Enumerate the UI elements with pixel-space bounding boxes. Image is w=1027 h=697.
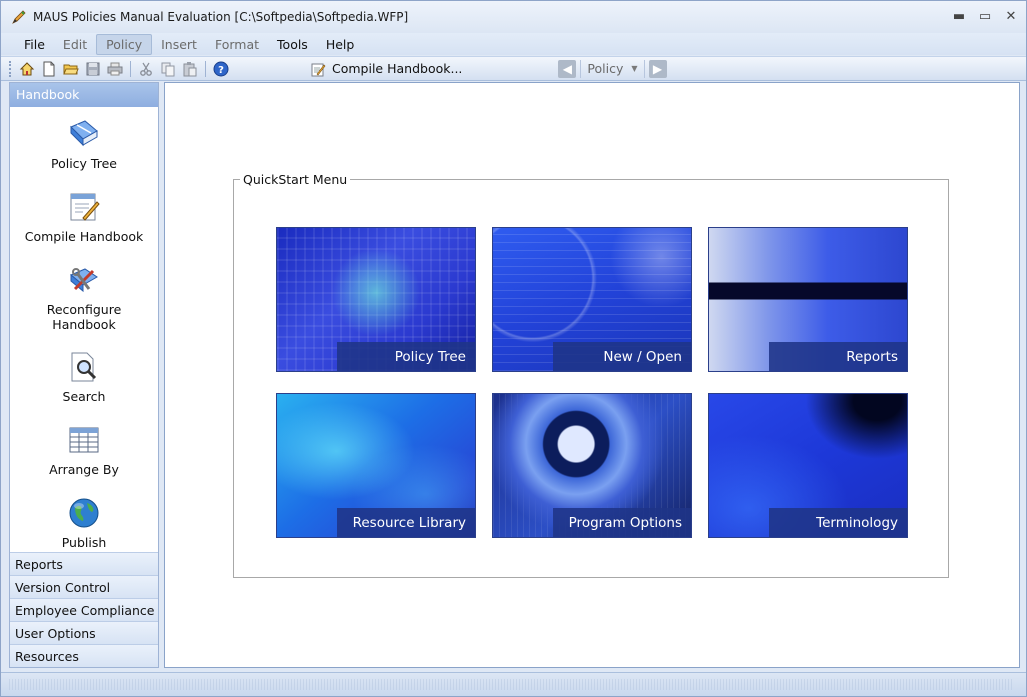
compile-pencil-icon [311, 63, 326, 76]
compile-handbook-button[interactable]: Compile Handbook... [310, 61, 462, 77]
tile-caption: Policy Tree [337, 342, 475, 371]
new-document-icon [43, 61, 55, 76]
title-bar: MAUS Policies Manual Evaluation [C:\Soft… [1, 1, 1026, 33]
compile-icon [67, 190, 101, 224]
paste-button[interactable] [179, 59, 201, 79]
tile-caption: New / Open [553, 342, 691, 371]
tile-program-options[interactable]: Program Options [492, 393, 692, 538]
tile-reports[interactable]: Reports [708, 227, 908, 372]
sidebar-tool-reconfigure-handbook[interactable]: Reconfigure Handbook [10, 263, 158, 332]
window-controls: ▬ ▭ ✕ [952, 9, 1018, 24]
search-icon [67, 350, 101, 384]
sidebar-section-employee-compliance[interactable]: Employee Compliance [10, 598, 158, 621]
sidebar-tool-label: Search [62, 389, 106, 404]
copy-icon [161, 62, 175, 76]
save-button[interactable] [82, 59, 104, 79]
sidebar-tool-label: Policy Tree [51, 156, 117, 171]
maximize-icon[interactable]: ▭ [978, 9, 992, 24]
app-pen-icon [9, 7, 29, 27]
app-window: MAUS Policies Manual Evaluation [C:\Soft… [0, 0, 1027, 697]
toolbar: ? Compile Handbook... ◀ Policy ▼ ▶ [1, 56, 1026, 81]
svg-text:?: ? [218, 65, 224, 76]
status-grip [9, 679, 1014, 690]
toolbar-separator [130, 60, 131, 77]
help-icon: ? [213, 61, 229, 76]
menu-edit[interactable]: Edit [54, 35, 96, 54]
tile-new-open[interactable]: New / Open [492, 227, 692, 372]
toolbar-grip[interactable] [9, 60, 12, 77]
sidebar-tool-publish[interactable]: Publish [10, 496, 158, 550]
tile-policy-tree[interactable]: Policy Tree [276, 227, 476, 372]
globe-icon [67, 496, 101, 530]
help-button[interactable]: ? [210, 59, 232, 79]
tile-caption: Terminology [769, 508, 907, 537]
window-title: MAUS Policies Manual Evaluation [C:\Soft… [33, 10, 409, 24]
tile-caption: Program Options [553, 508, 691, 537]
arrange-icon [67, 423, 101, 457]
sidebar-section-version-control[interactable]: Version Control [10, 575, 158, 598]
tile-caption: Resource Library [337, 508, 475, 537]
main-content: QuickStart Menu Policy Tree New / Open R… [164, 82, 1020, 668]
menu-policy[interactable]: Policy [96, 33, 153, 55]
sidebar-sections: Reports Version Control Employee Complia… [10, 552, 158, 667]
print-icon [107, 62, 123, 75]
menu-bar: File Edit Policy Insert Format Tools Hel… [1, 33, 1026, 55]
sidebar-section-user-options[interactable]: User Options [10, 621, 158, 644]
quickstart-legend: QuickStart Menu [240, 172, 351, 187]
sidebar-section-resources[interactable]: Resources [10, 644, 158, 667]
menu-format[interactable]: Format [206, 35, 268, 54]
sidebar-tool-label: Arrange By [49, 462, 119, 477]
home-button[interactable] [16, 59, 38, 79]
new-button[interactable] [38, 59, 60, 79]
policy-nav-combo[interactable]: Policy ▼ [580, 59, 645, 78]
close-icon[interactable]: ✕ [1004, 9, 1018, 24]
compile-handbook-label: Compile Handbook... [332, 61, 463, 76]
tile-caption: Reports [769, 342, 907, 371]
open-folder-icon [63, 64, 79, 74]
minimize-icon[interactable]: ▬ [952, 9, 966, 24]
paste-icon [183, 61, 197, 76]
sidebar-tool-label: Compile Handbook [24, 229, 144, 244]
sidebar-header-handbook[interactable]: Handbook [10, 83, 158, 107]
sidebar-tool-policy-tree[interactable]: Policy Tree [10, 117, 158, 171]
print-button[interactable] [104, 59, 126, 79]
menu-help[interactable]: Help [317, 35, 364, 54]
status-bar [1, 672, 1026, 696]
home-icon [19, 61, 35, 75]
reconfigure-icon [67, 263, 101, 297]
menu-insert[interactable]: Insert [152, 35, 206, 54]
sidebar-tool-label: Reconfigure Handbook [46, 302, 122, 332]
sidebar-tool-search[interactable]: Search [10, 350, 158, 404]
tile-resource-library[interactable]: Resource Library [276, 393, 476, 538]
chevron-down-icon: ▼ [631, 64, 638, 73]
tile-terminology[interactable]: Terminology [708, 393, 908, 538]
policy-navigator: ◀ Policy ▼ ▶ [558, 59, 667, 78]
menu-file[interactable]: File [15, 35, 54, 54]
toolbar-separator [205, 60, 206, 77]
copy-button[interactable] [157, 59, 179, 79]
sidebar-section-reports[interactable]: Reports [10, 552, 158, 575]
policy-nav-label: Policy [587, 61, 624, 76]
nav-forward-icon[interactable]: ▶ [648, 59, 667, 78]
quickstart-menu: QuickStart Menu Policy Tree New / Open R… [233, 172, 949, 578]
menu-tools[interactable]: Tools [268, 35, 317, 54]
cut-icon [140, 62, 152, 76]
save-icon [86, 62, 100, 75]
sidebar-tool-label: Publish [61, 535, 107, 550]
sidebar-tool-arrange-by[interactable]: Arrange By [10, 423, 158, 477]
sidebar-tools: Policy Tree Compile Handbook Reconfigure… [10, 117, 158, 563]
open-button[interactable] [60, 59, 82, 79]
nav-back-icon[interactable]: ◀ [558, 59, 577, 78]
sidebar: Handbook Policy Tree Compile Handbook Re… [9, 82, 159, 668]
cut-button[interactable] [135, 59, 157, 79]
book-icon [67, 117, 101, 151]
sidebar-tool-compile-handbook[interactable]: Compile Handbook [10, 190, 158, 244]
